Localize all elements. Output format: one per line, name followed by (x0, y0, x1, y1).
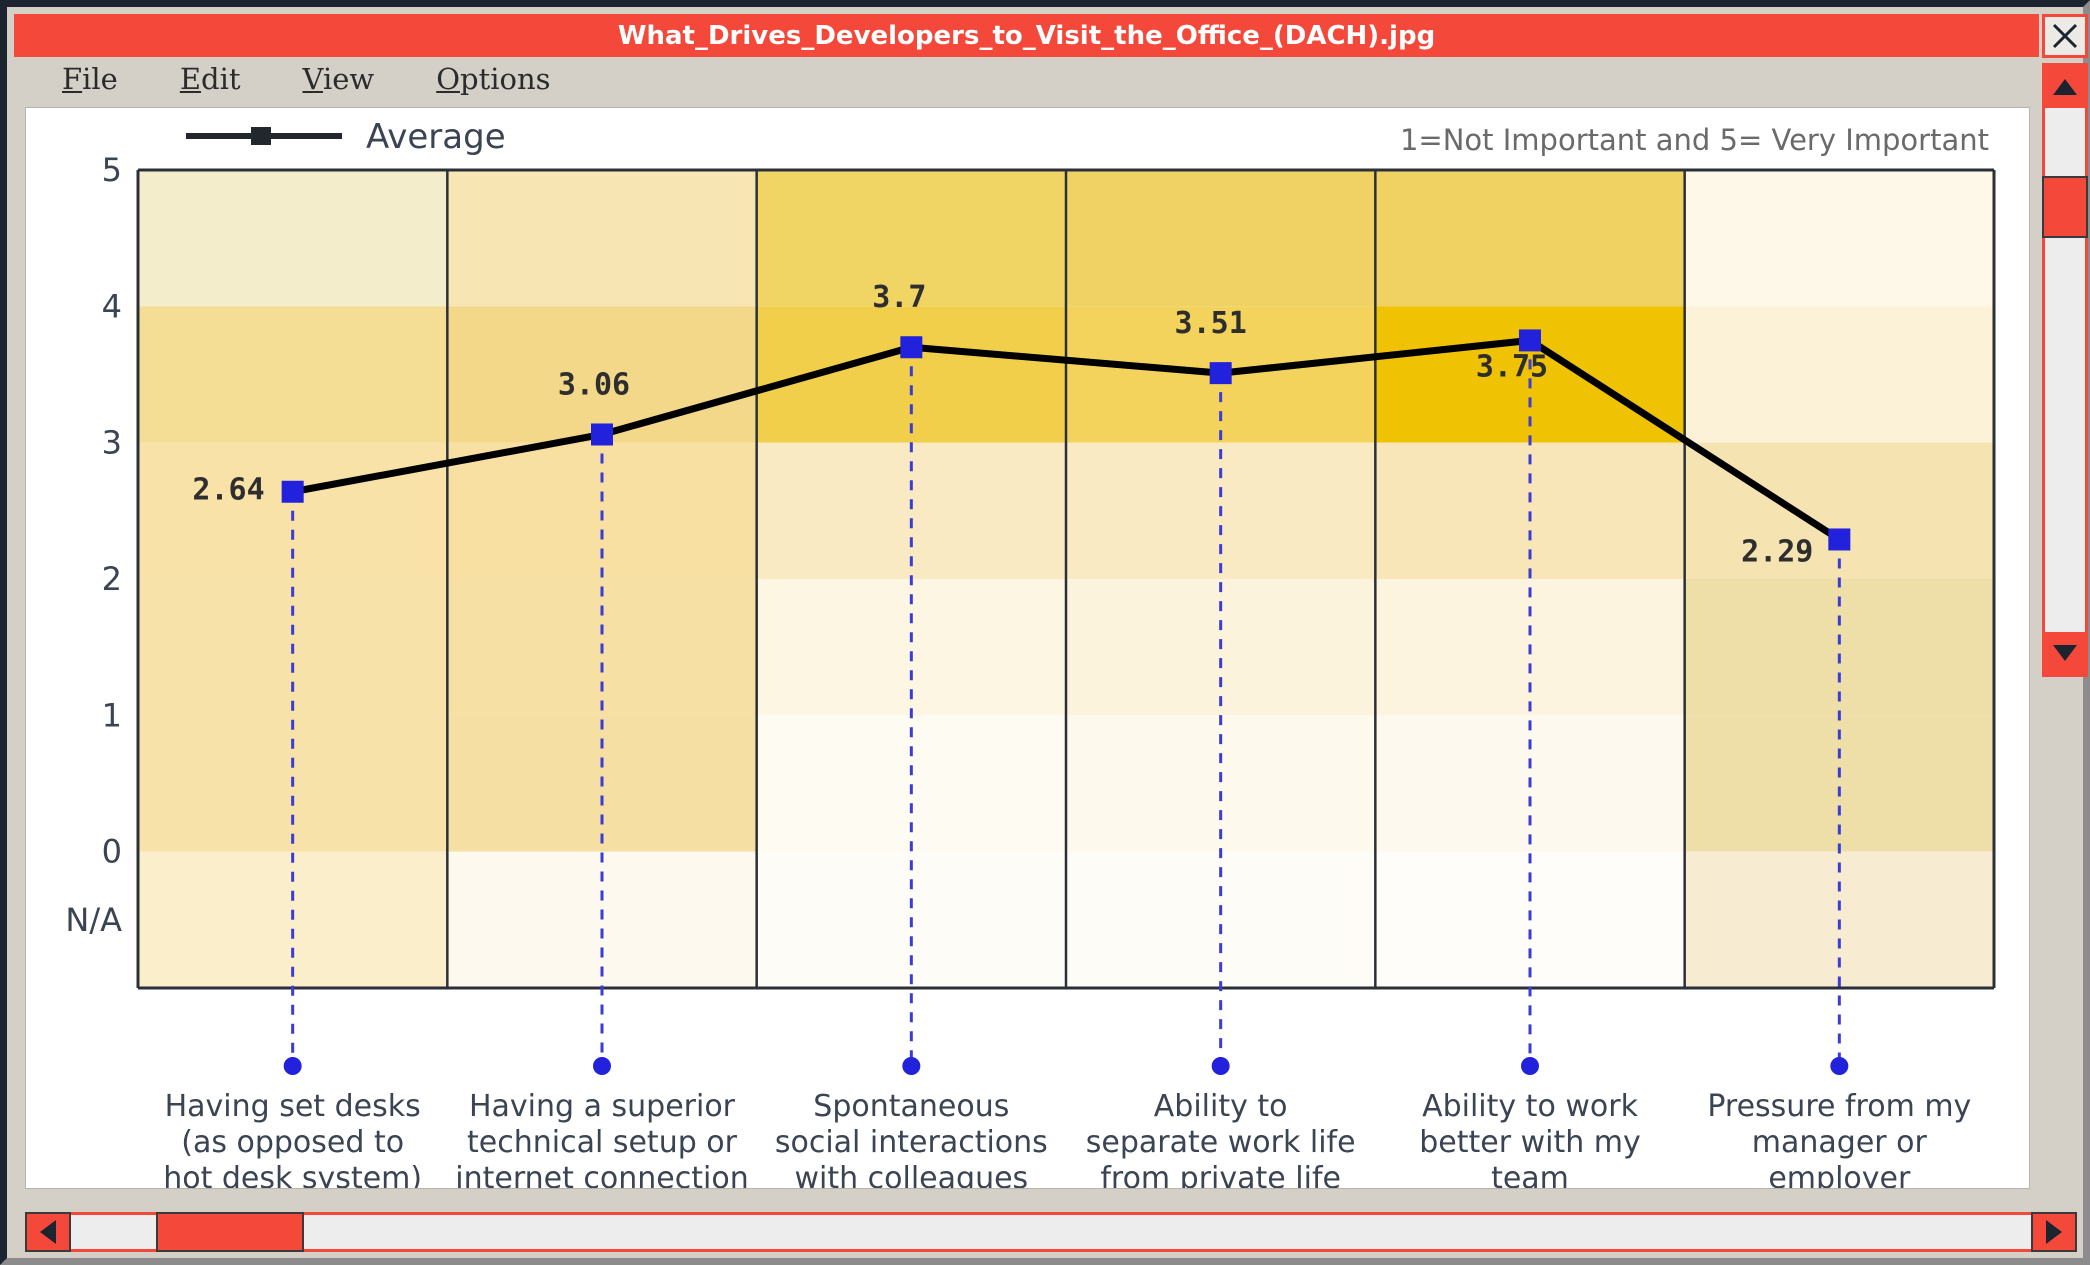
scale-note: 1=Not Important and 5= Very Important (1400, 123, 1989, 157)
x-axis-category-label: social interactions (775, 1125, 1048, 1160)
menu-item-view[interactable]: View (303, 62, 375, 96)
x-axis-category-label: Ability to (1154, 1089, 1288, 1124)
triangle-down-icon (2053, 645, 2077, 661)
value-label: 3.06 (558, 367, 630, 402)
x-axis-category-label: Having set desks (165, 1089, 421, 1124)
application-window: What_Drives_Developers_to_Visit_the_Offi… (0, 0, 2090, 1265)
y-axis-tick-label: 5 (102, 151, 122, 189)
scroll-down-button[interactable] (2045, 632, 2085, 674)
window-titlebar: What_Drives_Developers_to_Visit_the_Offi… (14, 14, 2039, 57)
menu-item-edit-mnemonic: E (179, 62, 202, 96)
menu-item-options[interactable]: Options (436, 62, 550, 96)
heatmap-cell (138, 306, 448, 443)
x-axis-category-labels: Having set desks(as opposed tohot desk s… (163, 1089, 1971, 1188)
y-axis-tick-labels: 5 4 3 2 1 0 N/A (65, 151, 122, 939)
legend-entry-average: Average (366, 117, 506, 157)
data-point-marker[interactable] (1828, 528, 1851, 551)
y-axis-tick-label: 4 (102, 287, 122, 325)
category-anchor-dot (1521, 1057, 1539, 1075)
data-point-marker[interactable] (281, 480, 304, 503)
heatmap-cell (1684, 306, 1994, 443)
x-axis-category-label: team (1491, 1161, 1569, 1188)
x-axis-category-label: technical setup or (467, 1125, 738, 1160)
y-axis-tick-label: N/A (65, 901, 122, 939)
close-button[interactable] (2042, 14, 2088, 58)
category-anchor-dot (902, 1057, 921, 1075)
value-label: 3.7 (872, 280, 926, 315)
data-point-marker[interactable] (1519, 329, 1541, 352)
data-point-marker[interactable] (900, 336, 923, 359)
menu-item-file-label: ile (82, 62, 118, 96)
category-anchor-dot (1830, 1057, 1849, 1075)
x-axis-category-label: Having a superior (469, 1089, 736, 1124)
menu-item-edit[interactable]: Edit (180, 62, 241, 96)
x-axis-category-label: separate work life (1086, 1125, 1356, 1160)
chart-content-area: 2.64 3.06 3.7 3.51 3.75 2.29 5 4 3 2 1 0 N/A Having… (25, 107, 2030, 1189)
x-axis-category-label: Pressure from my (1707, 1089, 1971, 1124)
x-axis-category-label: (as opposed to (181, 1125, 404, 1160)
menu-item-view-label: iew (322, 62, 375, 96)
menu-item-file-mnemonic: F (62, 62, 83, 96)
triangle-left-icon (40, 1220, 56, 1244)
menu-item-options-mnemonic: O (436, 62, 460, 96)
window-title: What_Drives_Developers_to_Visit_the_Offi… (617, 20, 1436, 51)
heatmap-cell (138, 170, 448, 307)
menu-item-view-mnemonic: V (302, 62, 323, 96)
horizontal-scroll-thumb[interactable] (156, 1212, 304, 1252)
data-point-marker[interactable] (1209, 362, 1232, 385)
x-axis-category-label: internet connection (455, 1161, 748, 1188)
vertical-scroll-thumb[interactable] (2042, 176, 2088, 238)
triangle-up-icon (2053, 79, 2077, 95)
data-point-marker[interactable] (591, 423, 613, 446)
horizontal-scrollbar[interactable] (25, 1212, 2077, 1252)
x-axis-category-label: Spontaneous (813, 1089, 1009, 1124)
triangle-right-icon (2046, 1220, 2062, 1244)
y-axis-tick-label: 3 (102, 424, 122, 462)
heatmap-cell (1684, 170, 1994, 307)
value-label: 3.51 (1175, 306, 1247, 341)
value-label: 2.64 (192, 473, 264, 508)
x-axis-category-label: Ability to work (1422, 1089, 1639, 1124)
y-axis-tick-label: 0 (102, 833, 122, 871)
heatmap-cell (1375, 170, 1685, 307)
x-axis-category-label: manager or (1752, 1125, 1928, 1160)
x-axis-category-label: better with my (1419, 1125, 1641, 1160)
legend-marker-swatch (251, 127, 271, 145)
x-axis-category-label: hot desk system) (163, 1161, 422, 1188)
value-label: 2.29 (1741, 534, 1813, 569)
scroll-left-button[interactable] (25, 1212, 71, 1252)
x-axis-category-label: from private life (1100, 1161, 1341, 1188)
menu-item-file[interactable]: File (62, 62, 118, 96)
menu-bar: File Edit View Options (14, 57, 2039, 101)
menu-item-options-label: ptions (460, 62, 551, 96)
category-anchor-dot (1211, 1057, 1230, 1075)
category-anchor-dot (283, 1057, 302, 1075)
heatmap-cell (1066, 170, 1376, 307)
y-axis-tick-label: 2 (102, 560, 122, 598)
x-axis-category-label: with colleagues (794, 1161, 1028, 1188)
heatmap-cell (447, 170, 757, 307)
vertical-scrollbar[interactable] (2042, 63, 2088, 677)
line-chart: 2.64 3.06 3.7 3.51 3.75 2.29 5 4 3 2 1 0 N/A Having… (65, 117, 1996, 1188)
chart-legend: Average (186, 117, 506, 157)
menu-item-edit-label: dit (201, 62, 241, 96)
scroll-up-button[interactable] (2045, 66, 2085, 108)
value-label: 3.75 (1476, 349, 1548, 384)
y-axis-tick-label: 1 (102, 696, 122, 734)
scroll-right-button[interactable] (2031, 1212, 2077, 1252)
close-icon (2052, 23, 2078, 49)
category-anchor-dot (593, 1057, 611, 1075)
x-axis-category-label: employer (1768, 1161, 1911, 1188)
